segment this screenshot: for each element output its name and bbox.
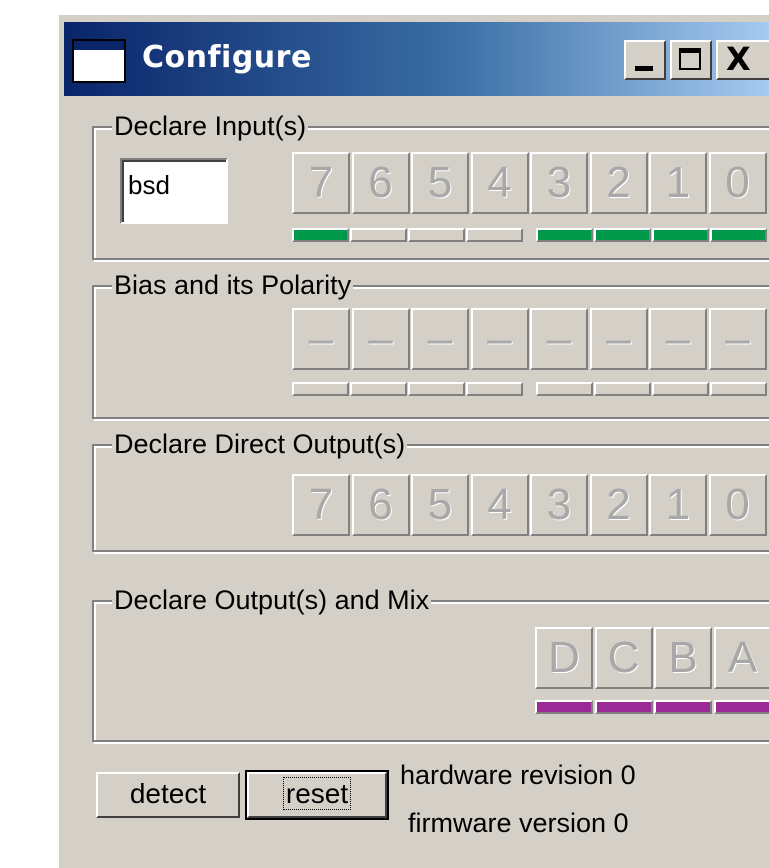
input-bit-button-2[interactable]: 5 [411, 152, 469, 214]
output-mix-indicator-2 [654, 700, 712, 714]
output-mix-indicator-0 [535, 700, 593, 714]
direct-outputs-label: Declare Direct Output(s) [112, 428, 408, 460]
output-mix-channel-button-2[interactable]: B [654, 627, 712, 689]
direct-output-bit-button-7[interactable]: 0 [708, 474, 767, 536]
bias-bit-button-4[interactable]: – [530, 308, 588, 370]
output-mix-channel-button-3[interactable]: A [713, 627, 769, 689]
input-bit-button-5[interactable]: 2 [589, 152, 648, 214]
reset-button-label: reset [282, 777, 352, 810]
input-bit-button-6[interactable]: 1 [649, 152, 707, 214]
bias-bit-indicator-4 [536, 382, 593, 396]
bias-bit-button-6[interactable]: – [649, 308, 707, 370]
bias-bit-indicator-0 [292, 382, 349, 396]
direct-output-bit-button-3[interactable]: 4 [470, 474, 529, 536]
output-mix-channel-button-1[interactable]: C [594, 627, 653, 689]
input-bit-indicator-5 [594, 228, 651, 242]
input-bit-indicator-6 [652, 228, 709, 242]
input-bit-button-0[interactable]: 7 [292, 152, 350, 214]
direct-output-bit-button-1[interactable]: 6 [351, 474, 410, 536]
input-bit-indicator-1 [350, 228, 407, 242]
maximize-button[interactable] [670, 40, 712, 80]
minimize-icon [635, 66, 653, 71]
outputs-mix-label: Declare Output(s) and Mix [112, 584, 432, 616]
input-bit-indicator-3 [466, 228, 523, 242]
output-mix-indicator-1 [594, 700, 653, 714]
bias-bit-button-0[interactable]: – [292, 308, 350, 370]
detect-button[interactable]: detect [96, 772, 240, 818]
bias-bit-indicator-5 [594, 382, 651, 396]
bias-polarity-label: Bias and its Polarity [112, 269, 354, 301]
input-bit-indicator-2 [408, 228, 465, 242]
window-title: Configure [142, 40, 312, 75]
close-button[interactable]: X [716, 40, 769, 80]
direct-output-bit-button-4[interactable]: 3 [530, 474, 588, 536]
input-bit-button-1[interactable]: 6 [351, 152, 410, 214]
bias-bit-indicator-1 [350, 382, 407, 396]
input-bit-indicator-7 [710, 228, 767, 242]
maximize-icon [679, 48, 701, 70]
input-bit-indicator-0 [292, 228, 349, 242]
bias-bit-indicator-3 [466, 382, 523, 396]
minimize-button[interactable] [624, 40, 666, 80]
direct-output-bit-button-2[interactable]: 5 [411, 474, 469, 536]
input-bit-indicator-4 [536, 228, 593, 242]
input-bit-button-7[interactable]: 0 [708, 152, 767, 214]
output-mix-indicator-3 [713, 700, 769, 714]
direct-output-bit-button-0[interactable]: 7 [292, 474, 350, 536]
reset-button[interactable]: reset [245, 770, 389, 820]
direct-output-bit-button-5[interactable]: 2 [589, 474, 648, 536]
input-name-field[interactable]: bsd [120, 158, 228, 224]
input-bit-button-4[interactable]: 3 [530, 152, 588, 214]
direct-output-bit-button-6[interactable]: 1 [649, 474, 707, 536]
app-window-icon [72, 39, 126, 83]
bias-bit-button-5[interactable]: – [589, 308, 648, 370]
input-bit-button-3[interactable]: 4 [470, 152, 529, 214]
hardware-revision-text: hardware revision 0 [400, 760, 636, 790]
bias-bit-button-7[interactable]: – [708, 308, 767, 370]
bias-bit-indicator-7 [710, 382, 767, 396]
bias-bit-button-2[interactable]: – [411, 308, 469, 370]
close-icon: X [726, 40, 751, 78]
title-bar[interactable]: Configure X [64, 22, 769, 96]
bias-bit-button-3[interactable]: – [470, 308, 529, 370]
output-mix-channel-button-0[interactable]: D [535, 627, 593, 689]
bias-bit-indicator-2 [408, 382, 465, 396]
bias-bit-indicator-6 [652, 382, 709, 396]
firmware-version-text: firmware version 0 [408, 808, 629, 838]
bias-bit-button-1[interactable]: – [351, 308, 410, 370]
declare-inputs-label: Declare Input(s) [112, 110, 309, 142]
